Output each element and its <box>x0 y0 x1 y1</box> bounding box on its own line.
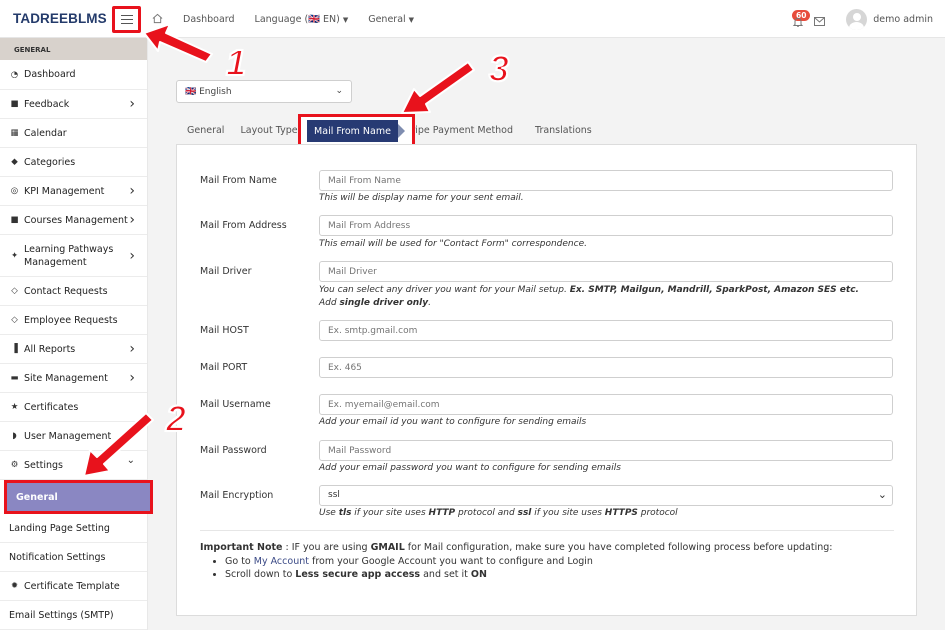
annotation-arrows <box>83 23 475 477</box>
annotation-arrow-3 <box>401 61 475 114</box>
annotation-arrow-1 <box>143 23 213 63</box>
annotation-number-3: 3 <box>488 47 510 90</box>
annotation-arrow-2 <box>83 412 154 477</box>
annotation-number-1: 1 <box>225 41 247 84</box>
annotation-number-2: 2 <box>165 397 187 440</box>
